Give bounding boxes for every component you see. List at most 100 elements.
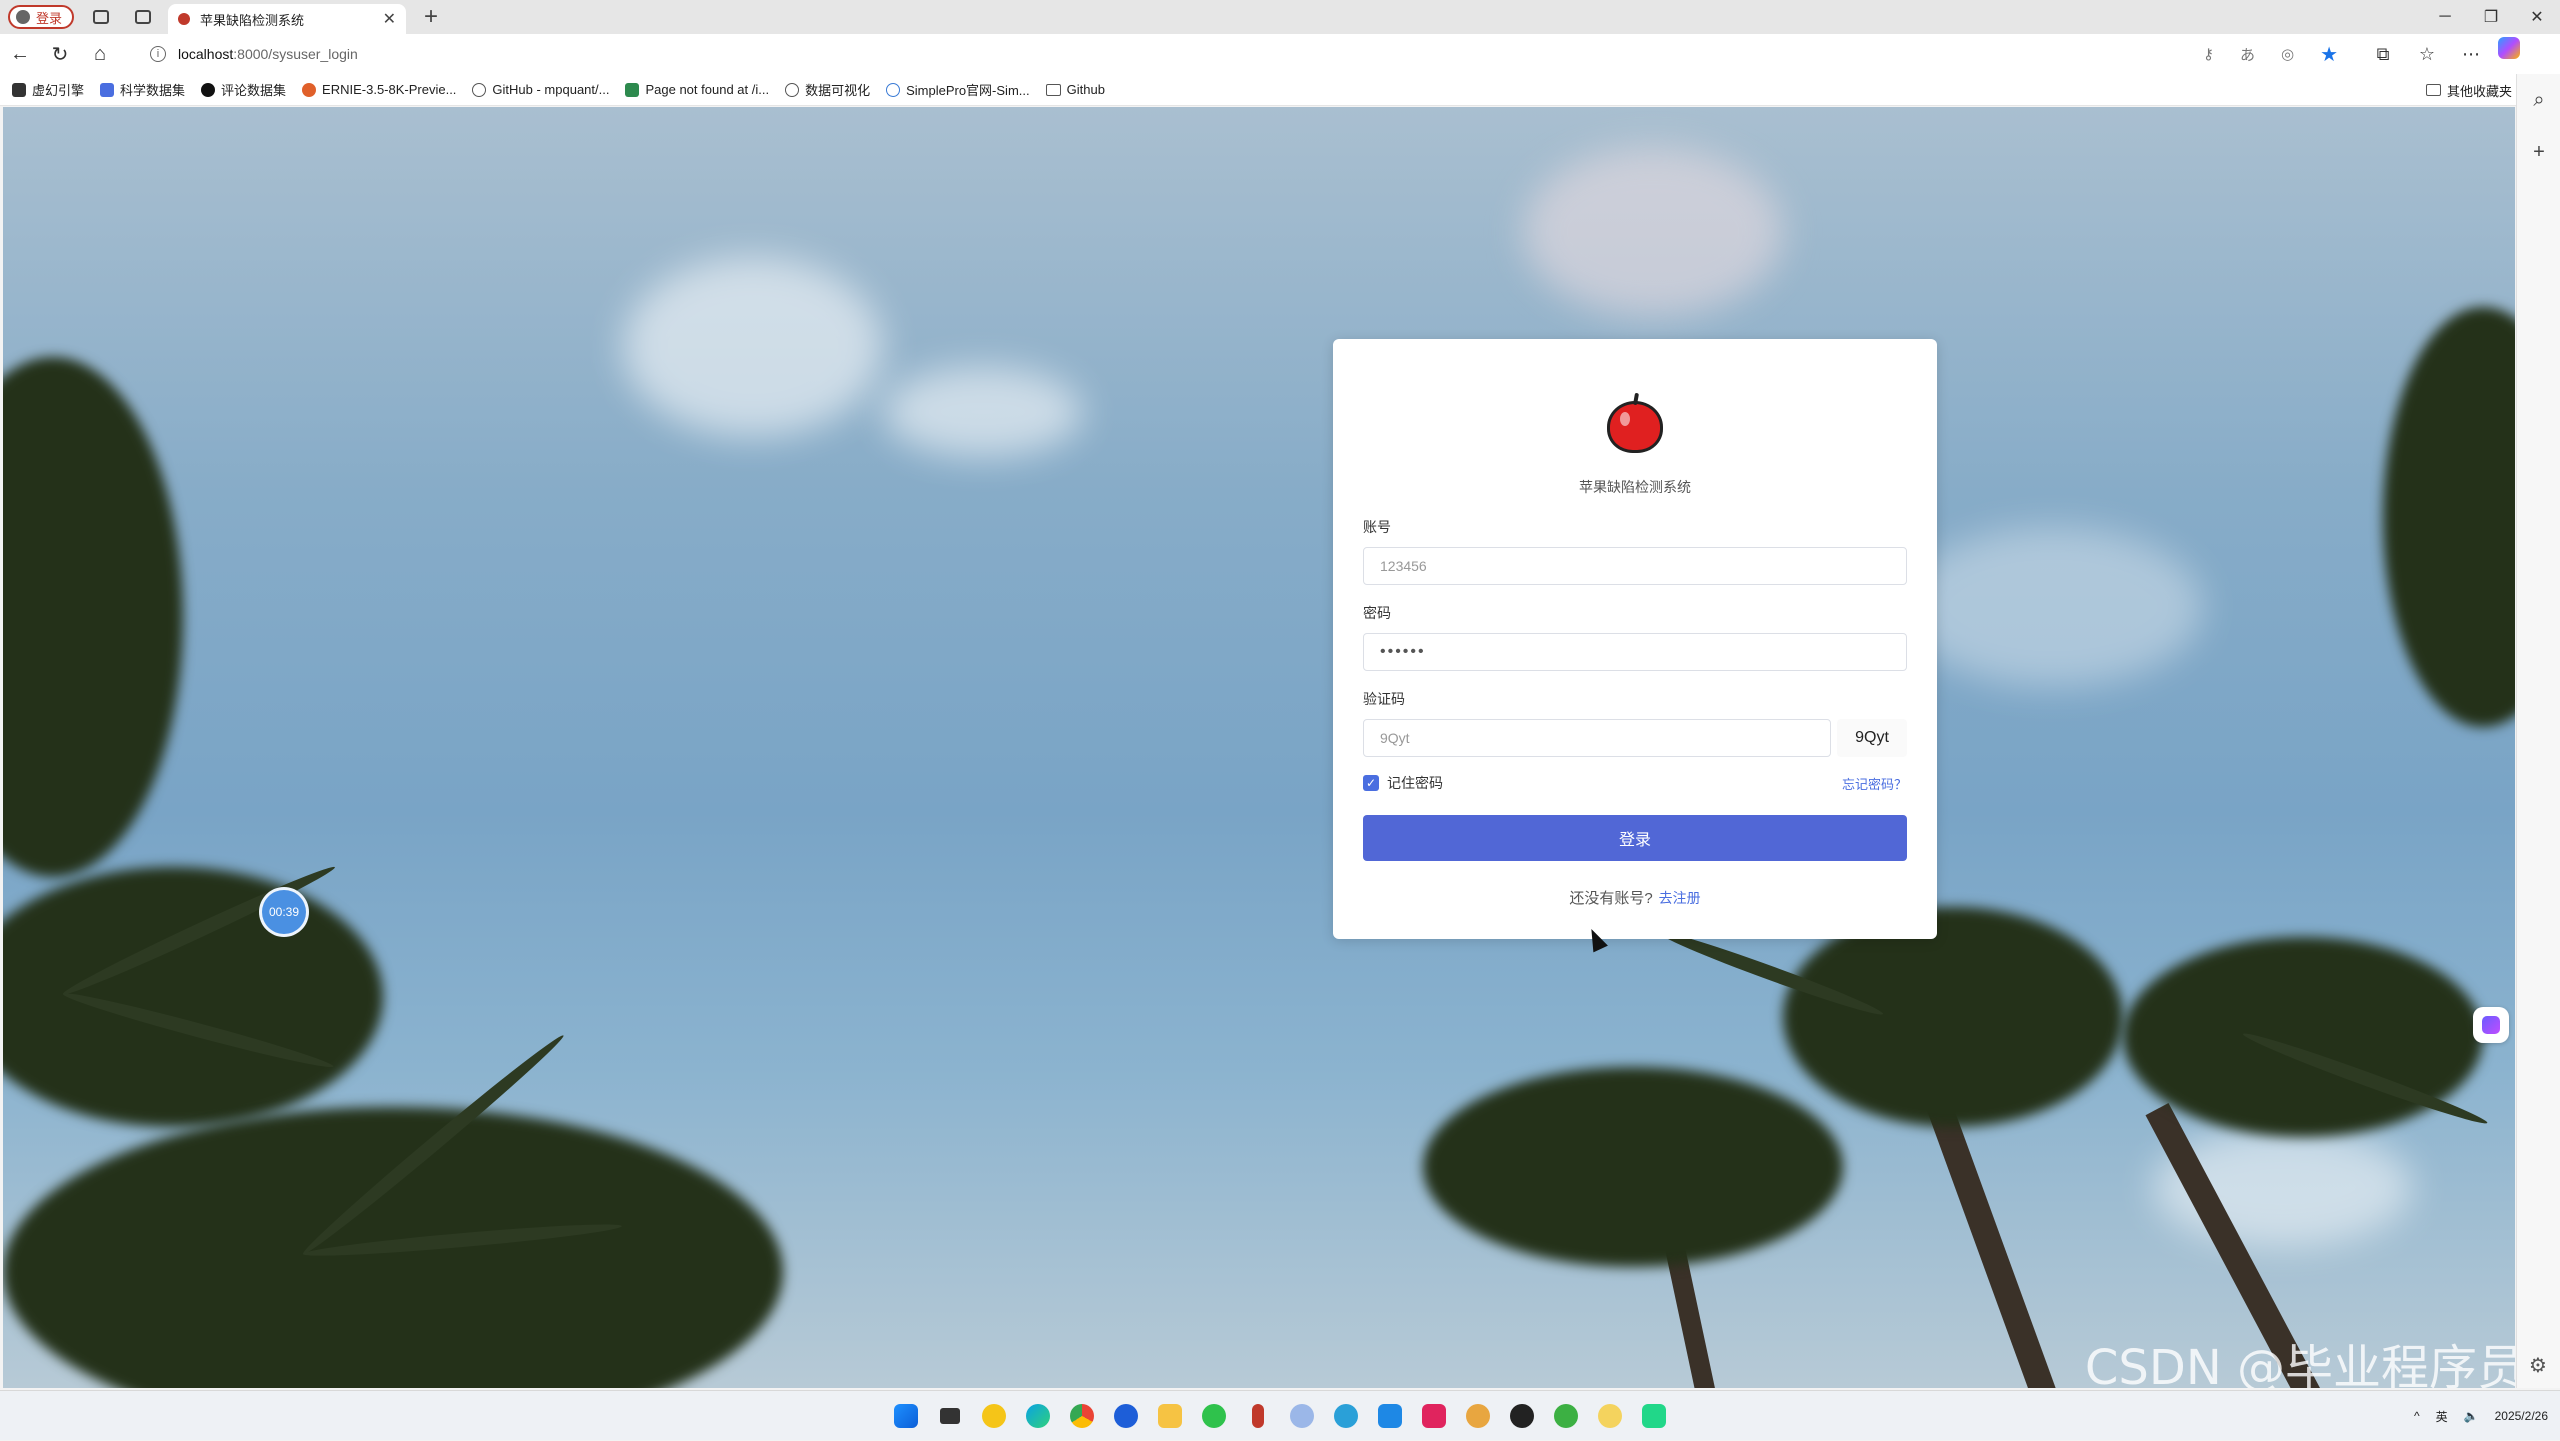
tab-close-icon[interactable]: ✕: [383, 9, 396, 29]
system-tray: ^ 英 🔈 2025/2/26: [2414, 1391, 2548, 1441]
bookmarks-bar: 虚幻引擎 科学数据集 评论数据集 ERNIE-3.5-8K-Previe... …: [0, 74, 2560, 106]
workspaces-icon[interactable]: [86, 2, 116, 32]
profile-label: 登录: [36, 10, 63, 26]
login-button[interactable]: 登录: [1363, 815, 1907, 861]
folder-icon: [2425, 84, 2441, 96]
app-icon[interactable]: [1284, 1398, 1320, 1434]
palm-foliage: [3, 867, 383, 1127]
github-icon: [201, 82, 216, 97]
sidebar-add-icon[interactable]: +: [2517, 126, 2560, 178]
avatar-icon: [16, 10, 30, 24]
app-icon[interactable]: [1416, 1398, 1452, 1434]
background-cloud: [1523, 147, 1783, 317]
assistant-float-icon[interactable]: [2473, 1007, 2509, 1043]
sidebar-search-icon[interactable]: ⌕: [2517, 74, 2560, 126]
page-viewport: 00:39 CSDN @毕业程序员: [3, 107, 2515, 1388]
bookmark-icon: [625, 82, 640, 97]
other-favorites[interactable]: 其他收藏夹: [2425, 74, 2512, 106]
app-icon[interactable]: [1240, 1398, 1276, 1434]
bookmark-item[interactable]: ERNIE-3.5-8K-Previe...: [302, 82, 456, 97]
date: 2025/2/26: [2494, 1409, 2548, 1423]
tray-expand-icon[interactable]: ^: [2414, 1409, 2420, 1423]
chrome-browser-icon[interactable]: [1064, 1398, 1100, 1434]
edge-browser-icon[interactable]: [1020, 1398, 1056, 1434]
background-cloud: [883, 367, 1083, 457]
register-link[interactable]: 去注册: [1659, 890, 1701, 906]
vscode-icon[interactable]: [1372, 1398, 1408, 1434]
app-icon[interactable]: [1460, 1398, 1496, 1434]
login-card: 苹果缺陷检测系统 账号 123456 密码 •••••• 验证码 9Qyt 9Q…: [1333, 339, 1937, 939]
bookmark-icon: [886, 82, 901, 97]
password-key-icon[interactable]: ⚷: [2203, 45, 2214, 63]
system-name: 苹果缺陷检测系统: [1579, 479, 1691, 495]
taskbar: ^ 英 🔈 2025/2/26: [0, 1390, 2560, 1440]
extensions-icon[interactable]: ⧉: [2366, 37, 2400, 71]
browser-tab-bar: 登录 苹果缺陷检测系统 ✕ + ─ ❐ ✕: [0, 0, 2560, 34]
tab-actions-icon[interactable]: [128, 2, 158, 32]
security-app-icon[interactable]: [976, 1398, 1012, 1434]
close-window-button[interactable]: ✕: [2514, 0, 2560, 34]
tray-lang[interactable]: 英: [2436, 1408, 2448, 1425]
minimize-button[interactable]: ─: [2422, 0, 2468, 34]
navigation-bar: ← ↻ ⌂ i localhost:8000/sysuser_login ⚷ あ…: [0, 34, 2560, 74]
forgot-password-link[interactable]: 忘记密码？: [1842, 774, 1907, 793]
recording-timer[interactable]: 00:39: [259, 887, 309, 937]
copilot-icon[interactable]: [2498, 37, 2520, 59]
bookmark-icon: [12, 82, 26, 97]
remember-checkbox[interactable]: ✓: [1363, 775, 1379, 791]
bookmark-icon: [100, 82, 115, 97]
refresh-button[interactable]: ↻: [40, 36, 80, 72]
bookmark-item[interactable]: SimplePro官网-Sim...: [886, 80, 1030, 99]
bookmark-item[interactable]: 科学数据集: [100, 80, 185, 99]
new-tab-button[interactable]: +: [424, 5, 438, 29]
palm-foliage: [1783, 907, 2123, 1127]
palm-foliage: [3, 357, 183, 877]
start-icon[interactable]: [888, 1398, 924, 1434]
task-view-icon[interactable]: [932, 1398, 968, 1434]
wechat-icon[interactable]: [1196, 1398, 1232, 1434]
profile-button[interactable]: 登录: [8, 5, 75, 29]
favorites-icon[interactable]: ☆: [2410, 37, 2444, 71]
bookmark-item[interactable]: 数据可视化: [785, 80, 870, 99]
captcha-image[interactable]: 9Qyt: [1837, 719, 1907, 757]
bookmark-item[interactable]: GitHub - mpquant/...: [472, 82, 609, 97]
account-label: 账号: [1363, 519, 1391, 535]
back-button[interactable]: ←: [0, 36, 40, 72]
tab-active[interactable]: 苹果缺陷检测系统 ✕: [168, 4, 407, 34]
bookmark-item[interactable]: 评论数据集: [201, 80, 286, 99]
account-input[interactable]: 123456: [1363, 547, 1907, 585]
more-menu-icon[interactable]: ⋯: [2454, 37, 2488, 71]
volume-icon[interactable]: 🔈: [2464, 1409, 2479, 1423]
captcha-input[interactable]: 9Qyt: [1363, 719, 1831, 757]
reader-icon[interactable]: ◎: [2281, 45, 2294, 63]
bookmark-item[interactable]: 虚幻引擎: [12, 80, 84, 99]
app-icon[interactable]: [1328, 1398, 1364, 1434]
favorite-star-icon[interactable]: ★: [2320, 42, 2338, 67]
password-label: 密码: [1363, 605, 1391, 621]
bookmark-item[interactable]: Page not found at /i...: [625, 82, 769, 97]
background-cloud: [1903, 527, 2203, 687]
address-bar[interactable]: i localhost:8000/sysuser_login ⚷ あ ◎ ★: [136, 39, 2352, 69]
edge-sidebar: ⌕ + ⚙: [2516, 74, 2560, 1388]
palm-foliage: [2383, 307, 2515, 727]
bookmark-item[interactable]: Github: [1045, 82, 1105, 97]
app-icon[interactable]: [1548, 1398, 1584, 1434]
home-button[interactable]: ⌂: [80, 36, 120, 72]
app-icon[interactable]: [1108, 1398, 1144, 1434]
bookmark-icon: [302, 82, 317, 97]
tab-title: 苹果缺陷检测系统: [200, 12, 305, 28]
maximize-button[interactable]: ❐: [2468, 0, 2514, 34]
translate-icon[interactable]: あ: [2240, 44, 2255, 65]
app-icon[interactable]: [1592, 1398, 1628, 1434]
pycharm-icon[interactable]: [1636, 1398, 1672, 1434]
password-input[interactable]: ••••••: [1363, 633, 1907, 671]
qq-icon[interactable]: [1504, 1398, 1540, 1434]
window-controls: ─ ❐ ✕: [2422, 0, 2560, 34]
clock[interactable]: 2025/2/26: [2495, 1408, 2548, 1424]
sidebar-settings-icon[interactable]: ⚙: [2529, 1353, 2547, 1378]
apple-logo-icon: [1604, 392, 1666, 455]
site-info-icon[interactable]: i: [150, 46, 166, 62]
file-explorer-icon[interactable]: [1152, 1398, 1188, 1434]
url-host: localhost: [178, 46, 234, 62]
tab-favicon-icon: [178, 13, 191, 25]
